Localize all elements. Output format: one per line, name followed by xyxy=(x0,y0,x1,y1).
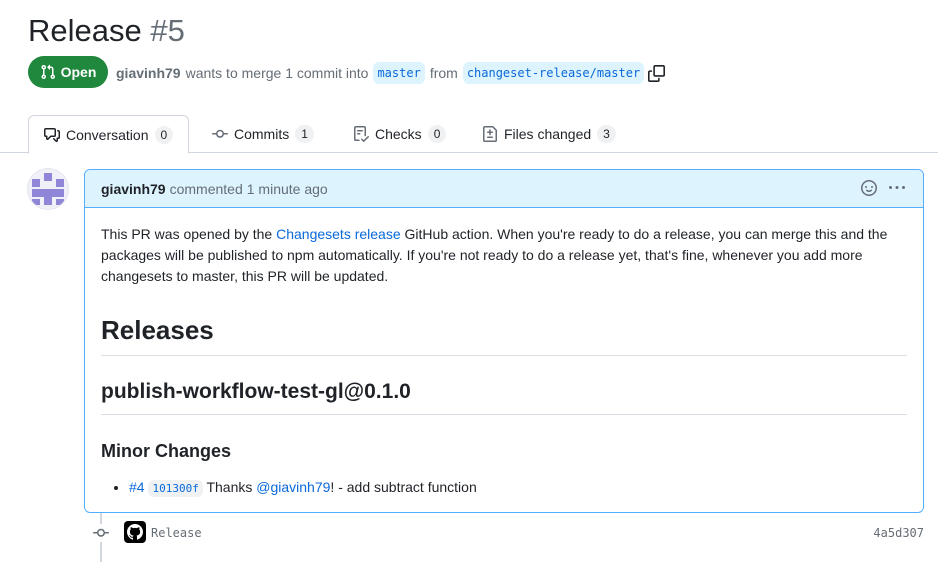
changesets-release-link[interactable]: Changesets release xyxy=(276,226,401,242)
tab-files-changed-label: Files changed xyxy=(504,126,592,142)
tab-commits-count: 1 xyxy=(295,125,314,143)
tab-checks[interactable]: Checks 0 xyxy=(338,115,461,153)
pr-meta: giavinh79 wants to merge 1 commit into m… xyxy=(116,62,666,84)
pr-description-comment: giavinh79 commented 1 minute ago This PR… xyxy=(84,169,924,513)
tab-conversation-label: Conversation xyxy=(66,126,149,143)
tab-checks-count: 0 xyxy=(427,125,447,143)
avatar[interactable] xyxy=(28,169,68,209)
comment-header: giavinh79 commented 1 minute ago xyxy=(85,170,923,208)
tab-files-changed-count: 3 xyxy=(597,125,616,143)
pr-from-text: from xyxy=(429,65,458,81)
comment-discussion-icon xyxy=(44,127,60,142)
minor-changes-heading: Minor Changes xyxy=(101,441,232,461)
comment-body: This PR was opened by the Changesets rel… xyxy=(85,208,923,499)
pr-state-badge: Open xyxy=(28,56,108,88)
copy-icon[interactable] xyxy=(648,64,666,82)
timeline-commit-node xyxy=(92,524,110,542)
tab-checks-label: Checks xyxy=(375,126,422,142)
pr-number: #5 xyxy=(150,13,185,48)
tab-files-changed[interactable]: Files changed 3 xyxy=(467,115,631,153)
git-commit-icon xyxy=(212,129,228,138)
pr-ref-link[interactable]: #4 xyxy=(129,479,145,495)
package-version-heading: publish-workflow-test-gl@0.1.0 xyxy=(101,378,907,415)
user-mention-link[interactable]: @giavinh79 xyxy=(256,479,330,495)
commit-sha-link[interactable]: 101300f xyxy=(148,480,203,497)
git-pull-request-icon xyxy=(41,64,55,80)
pr-tabs: Conversation 0 Commits 1 Checks 0 Files … xyxy=(0,115,938,154)
file-diff-icon xyxy=(483,126,497,142)
pr-title-text: Release xyxy=(28,13,142,48)
pr-title: Release #5 xyxy=(28,11,185,51)
base-branch[interactable]: master xyxy=(373,62,425,84)
checklist-icon xyxy=(354,126,369,142)
pr-state-label: Open xyxy=(60,64,97,80)
comment-timestamp[interactable]: 1 minute ago xyxy=(247,181,328,197)
list-item: #4 101300f Thanks @giavinh79! - add subt… xyxy=(129,477,907,499)
pr-merge-text: wants to merge 1 commit into xyxy=(185,65,369,81)
comment-action: commented xyxy=(169,180,243,197)
head-branch[interactable]: changeset-release/master xyxy=(462,62,645,84)
kebab-menu-icon[interactable] xyxy=(889,180,905,196)
timeline-commit-message[interactable]: Release xyxy=(151,526,202,540)
tab-commits-label: Commits xyxy=(234,126,290,142)
tab-conversation[interactable]: Conversation 0 xyxy=(28,115,190,154)
tab-conversation-count: 0 xyxy=(154,125,174,144)
tab-commits[interactable]: Commits 1 xyxy=(197,115,329,153)
timeline-commit-sha[interactable]: 4a5d307 xyxy=(873,526,924,540)
pr-author-link[interactable]: giavinh79 xyxy=(116,65,181,81)
git-commit-icon xyxy=(93,528,109,537)
intro-paragraph: This PR was opened by the Changesets rel… xyxy=(101,226,888,284)
smiley-icon[interactable] xyxy=(861,180,877,196)
comment-author[interactable]: giavinh79 xyxy=(101,181,166,197)
github-logo-icon[interactable] xyxy=(124,521,146,543)
releases-heading: Releases xyxy=(101,313,907,356)
changes-list: #4 101300f Thanks @giavinh79! - add subt… xyxy=(101,477,907,499)
